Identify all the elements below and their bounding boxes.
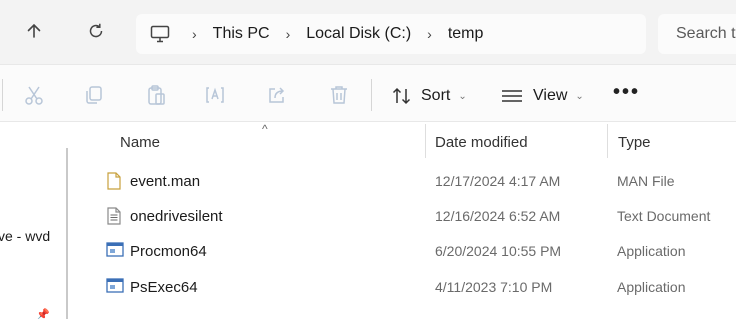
command-bar: Sort ⌄ View ⌄ ••• [0, 64, 736, 122]
clipboard-icon [145, 84, 167, 111]
copy-button[interactable] [82, 85, 106, 109]
file-name: event.man [130, 173, 201, 190]
rename-icon [204, 84, 226, 111]
computer-icon [150, 25, 170, 43]
file-date: 4/11/2023 7:10 PM [435, 279, 553, 295]
column-date-modified[interactable]: Date modified [435, 134, 528, 151]
breadcrumb-local-disk[interactable]: Local Disk (C:) [306, 25, 411, 43]
search-placeholder: Search t [676, 25, 736, 42]
scissors-icon [23, 84, 45, 111]
search-input[interactable]: Search t [658, 14, 736, 54]
chevron-right-icon: › [427, 26, 432, 42]
share-button[interactable] [265, 85, 289, 109]
file-date: 12/16/2024 6:52 AM [435, 208, 561, 224]
blank-file-icon [106, 172, 122, 190]
pin-icon: 📌 [36, 309, 50, 319]
column-type[interactable]: Type [618, 134, 651, 151]
toolbar-divider [371, 79, 372, 111]
rename-button[interactable] [203, 85, 227, 109]
up-button[interactable] [17, 16, 51, 50]
file-name: onedrivesilent [130, 208, 223, 225]
chevron-right-icon: › [285, 26, 291, 42]
file-row-event-man[interactable]: event.man 12/17/2024 4:17 AM MAN File [76, 164, 736, 198]
file-row-procmon64[interactable]: Procmon64 6/20/2024 10:55 PM Application [76, 234, 736, 268]
column-divider[interactable] [607, 124, 608, 158]
file-date: 6/20/2024 10:55 PM [435, 243, 562, 259]
toolbar-divider [2, 79, 3, 111]
file-type: Application [617, 279, 686, 295]
view-button[interactable]: View ⌄ [501, 83, 584, 109]
copy-icon [83, 84, 105, 111]
sort-button[interactable]: Sort ⌄ [391, 83, 467, 109]
arrow-up-icon [25, 22, 43, 45]
breadcrumb[interactable]: › This PC › Local Disk (C:) › temp [136, 14, 646, 54]
view-lines-icon [501, 88, 523, 104]
paste-button[interactable] [144, 84, 168, 111]
chevron-down-icon: ⌄ [458, 90, 467, 102]
application-icon [106, 278, 124, 296]
cut-button[interactable] [22, 85, 46, 109]
file-name: Procmon64 [130, 243, 207, 260]
trash-icon [328, 84, 350, 111]
sort-icon [391, 86, 413, 106]
file-type: Text Document [617, 208, 711, 224]
nav-item-partial[interactable]: ve - wvd [0, 228, 50, 244]
file-name: PsExec64 [130, 279, 198, 296]
share-icon [266, 84, 288, 111]
file-row-onedrivesilent[interactable]: onedrivesilent 12/16/2024 6:52 AM Text D… [76, 199, 736, 233]
breadcrumb-temp[interactable]: temp [448, 25, 484, 43]
file-list: ^ Name Date modified Type event.man 12/1… [76, 122, 736, 319]
file-date: 12/17/2024 4:17 AM [435, 173, 561, 189]
sort-caret-icon: ^ [262, 122, 268, 136]
refresh-button[interactable] [79, 16, 113, 50]
file-type: MAN File [617, 173, 675, 189]
column-name[interactable]: Name [120, 134, 160, 151]
refresh-icon [87, 22, 105, 45]
text-file-icon [106, 207, 122, 225]
chevron-right-icon: › [192, 26, 197, 42]
file-row-psexec64[interactable]: PsExec64 4/11/2023 7:10 PM Application [76, 270, 736, 304]
more-options-button[interactable]: ••• [613, 81, 640, 104]
view-label: View [533, 87, 568, 104]
ellipsis-icon: ••• [613, 81, 641, 103]
file-type: Application [617, 243, 686, 259]
column-header-row: ^ Name Date modified Type [76, 122, 736, 160]
pane-scrollbar[interactable] [66, 148, 68, 319]
delete-button[interactable] [327, 85, 351, 109]
navigation-pane: ve - wvd 📌 [0, 122, 68, 319]
column-divider[interactable] [425, 124, 426, 158]
address-bar: › This PC › Local Disk (C:) › temp Searc… [0, 0, 736, 64]
chevron-down-icon: ⌄ [575, 90, 584, 102]
breadcrumb-this-pc[interactable]: This PC [213, 25, 270, 43]
application-icon [106, 242, 124, 260]
sort-label: Sort [421, 87, 451, 104]
